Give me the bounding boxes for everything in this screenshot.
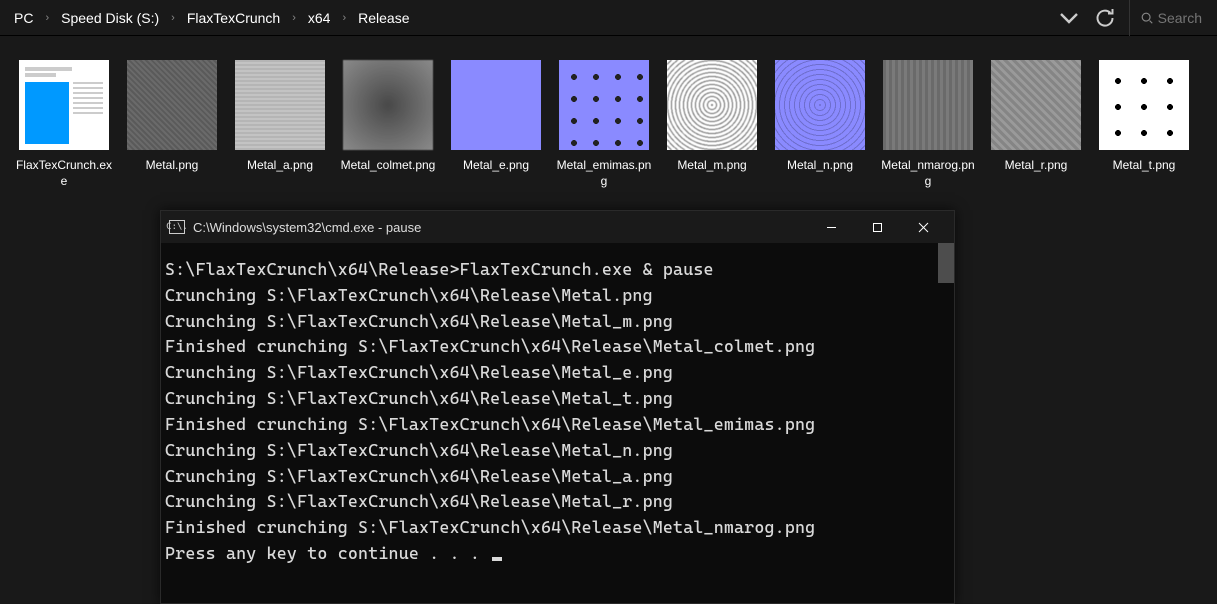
breadcrumb-item[interactable]: Release [352,6,415,30]
file-label: Metal_colmet.png [341,158,436,174]
console-titlebar[interactable]: C:\. C:\Windows\system32\cmd.exe - pause [161,211,954,243]
console-line: Crunching S:\FlaxTexCrunch\x64\Release\M… [165,438,950,464]
console-line: Finished crunching S:\FlaxTexCrunch\x64\… [165,334,950,360]
maximize-button[interactable] [854,211,900,243]
file-item[interactable]: Metal_r.png [982,56,1090,193]
breadcrumb-item[interactable]: PC [8,6,39,30]
chevron-right-icon: › [169,12,177,24]
file-grid: FlaxTexCrunch.exe Metal.png Metal_a.png Met… [0,36,1217,213]
console-title: C:\Windows\system32\cmd.exe - pause [193,220,421,235]
chevron-right-icon: › [340,12,348,24]
search-icon [1140,11,1154,25]
close-button[interactable] [900,211,946,243]
console-line: Crunching S:\FlaxTexCrunch\x64\Release\M… [165,309,950,335]
console-line: Press any key to continue . . . [165,541,950,567]
file-item[interactable]: Metal_t.png [1090,56,1198,193]
console-window: C:\. C:\Windows\system32\cmd.exe - pause… [160,210,955,604]
breadcrumb-item[interactable]: Speed Disk (S:) [55,6,165,30]
file-label: Metal_nmarog.png [878,158,978,189]
file-label: Metal_e.png [463,158,529,174]
file-item[interactable]: Metal_nmarog.png [874,56,982,193]
cursor [492,557,502,561]
chevron-right-icon: › [290,12,298,24]
console-output[interactable]: S:\FlaxTexCrunch\x64\Release>FlaxTexCrun… [161,243,954,603]
refresh-icon[interactable] [1093,6,1117,30]
explorer-address-bar: PC›Speed Disk (S:)›FlaxTexCrunch›x64›Rel… [0,0,1217,36]
history-dropdown-icon[interactable] [1057,6,1081,30]
file-thumbnail [451,60,541,150]
search-input[interactable] [1158,10,1208,26]
console-line: Crunching S:\FlaxTexCrunch\x64\Release\M… [165,386,950,412]
file-label: Metal_r.png [1005,158,1068,174]
file-label: FlaxTexCrunch.exe [14,158,114,189]
file-thumbnail [343,60,433,150]
console-line: Finished crunching S:\FlaxTexCrunch\x64\… [165,515,950,541]
breadcrumb-item[interactable]: FlaxTexCrunch [181,6,286,30]
file-label: Metal_t.png [1113,158,1176,174]
file-label: Metal_emimas.png [554,158,654,189]
file-item[interactable]: Metal_n.png [766,56,874,193]
cmd-icon: C:\. [169,220,185,234]
minimize-button[interactable] [808,211,854,243]
console-line: S:\FlaxTexCrunch\x64\Release>FlaxTexCrun… [165,257,950,283]
file-item[interactable]: Metal_a.png [226,56,334,193]
search-box[interactable] [1129,0,1209,36]
file-thumbnail [883,60,973,150]
file-item[interactable]: Metal_e.png [442,56,550,193]
file-item[interactable]: Metal.png [118,56,226,193]
file-item[interactable]: FlaxTexCrunch.exe [10,56,118,193]
chevron-right-icon: › [43,12,51,24]
console-line: Crunching S:\FlaxTexCrunch\x64\Release\M… [165,489,950,515]
console-line: Crunching S:\FlaxTexCrunch\x64\Release\M… [165,283,950,309]
file-thumbnail [991,60,1081,150]
file-thumbnail [19,60,109,150]
file-label: Metal.png [146,158,199,174]
file-item[interactable]: Metal_colmet.png [334,56,442,193]
file-thumbnail [235,60,325,150]
file-label: Metal_a.png [247,158,313,174]
file-thumbnail [667,60,757,150]
file-thumbnail [775,60,865,150]
file-label: Metal_n.png [787,158,853,174]
file-item[interactable]: Metal_emimas.png [550,56,658,193]
breadcrumb: PC›Speed Disk (S:)›FlaxTexCrunch›x64›Rel… [8,6,1057,30]
file-thumbnail [1099,60,1189,150]
breadcrumb-item[interactable]: x64 [302,6,337,30]
console-line: Finished crunching S:\FlaxTexCrunch\x64\… [165,412,950,438]
file-thumbnail [559,60,649,150]
file-item[interactable]: Metal_m.png [658,56,766,193]
console-line: Crunching S:\FlaxTexCrunch\x64\Release\M… [165,464,950,490]
file-label: Metal_m.png [677,158,746,174]
console-line: Crunching S:\FlaxTexCrunch\x64\Release\M… [165,360,950,386]
file-thumbnail [127,60,217,150]
